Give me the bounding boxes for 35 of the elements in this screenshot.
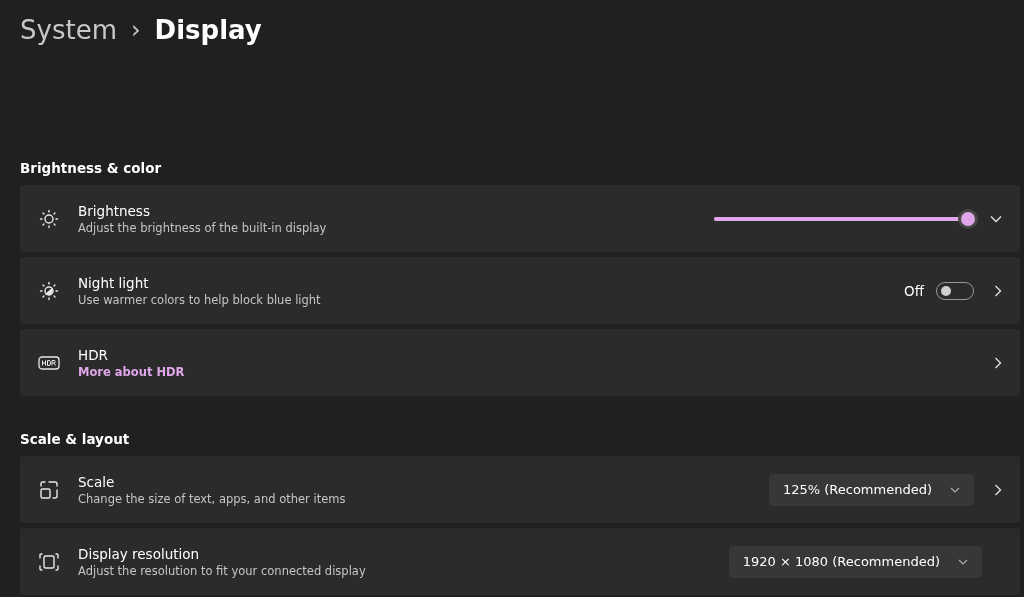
toggle-state-label: Off xyxy=(904,282,924,299)
setting-description: Use warmer colors to help block blue light xyxy=(78,292,322,307)
setting-title: HDR xyxy=(78,346,109,363)
slider-thumb[interactable] xyxy=(958,208,978,229)
setting-title: Display resolution xyxy=(78,545,201,562)
sun-icon xyxy=(39,208,59,229)
dropdown[interactable]: 1920 × 1080 (Recommended) xyxy=(728,545,982,578)
breadcrumb-separator: › xyxy=(130,16,141,44)
section-heading: Brightness & color xyxy=(20,160,163,177)
settings-card[interactable]: Brightness Adjust the brightness of the built-in display xyxy=(20,185,1020,252)
hdr-icon xyxy=(38,355,60,370)
dropdown[interactable]: 125% (Recommended) xyxy=(768,473,974,506)
breadcrumb-parent[interactable]: System xyxy=(20,15,117,45)
page-title: Display xyxy=(154,15,262,45)
chevron-down-icon[interactable] xyxy=(990,214,1002,223)
setting-title: Scale xyxy=(78,473,116,490)
settings-card[interactable]: HDR More about HDR xyxy=(20,329,1020,396)
night-light-icon xyxy=(39,280,59,301)
section-heading: Scale & layout xyxy=(20,431,131,448)
chevron-right-icon[interactable] xyxy=(994,356,1002,369)
settings-card[interactable]: Night light Use warmer colors to help block blue light Off xyxy=(20,257,1020,324)
chevron-right-icon[interactable] xyxy=(994,284,1002,297)
setting-title: Night light xyxy=(78,274,150,291)
chevron-right-icon[interactable] xyxy=(994,483,1002,496)
settings-card[interactable]: Display resolution Adjust the resolution to fit your connected display 1920 × 1080 (Recommended) xyxy=(20,528,1020,595)
setting-title: Brightness xyxy=(78,202,151,219)
more-link[interactable]: More about HDR xyxy=(78,364,994,379)
scale-icon xyxy=(39,479,59,500)
setting-description: Change the size of text, apps, and other items xyxy=(78,491,347,506)
setting-description: Adjust the resolution to fit your connected display xyxy=(78,563,367,578)
settings-card[interactable]: Scale Change the size of text, apps, and other items 125% (Recommended) xyxy=(20,456,1020,523)
caret-icon xyxy=(958,558,968,565)
resolution-icon xyxy=(38,551,60,572)
caret-icon xyxy=(950,486,960,493)
setting-description: Adjust the brightness of the built-in display xyxy=(78,220,328,235)
